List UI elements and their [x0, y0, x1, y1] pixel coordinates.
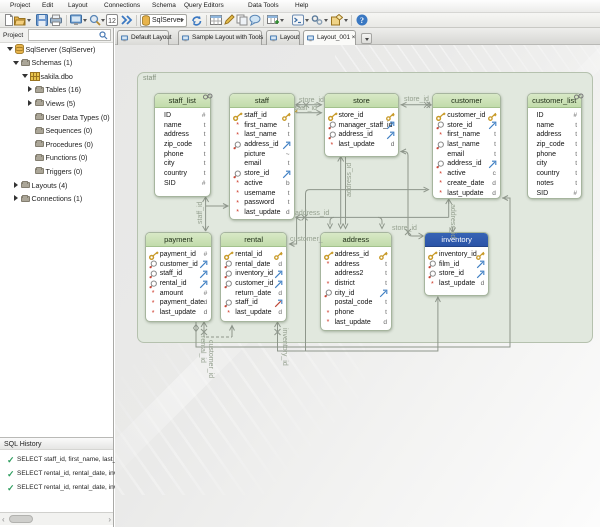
svg-text:?: ? [360, 16, 364, 25]
svg-text:12: 12 [108, 18, 116, 25]
